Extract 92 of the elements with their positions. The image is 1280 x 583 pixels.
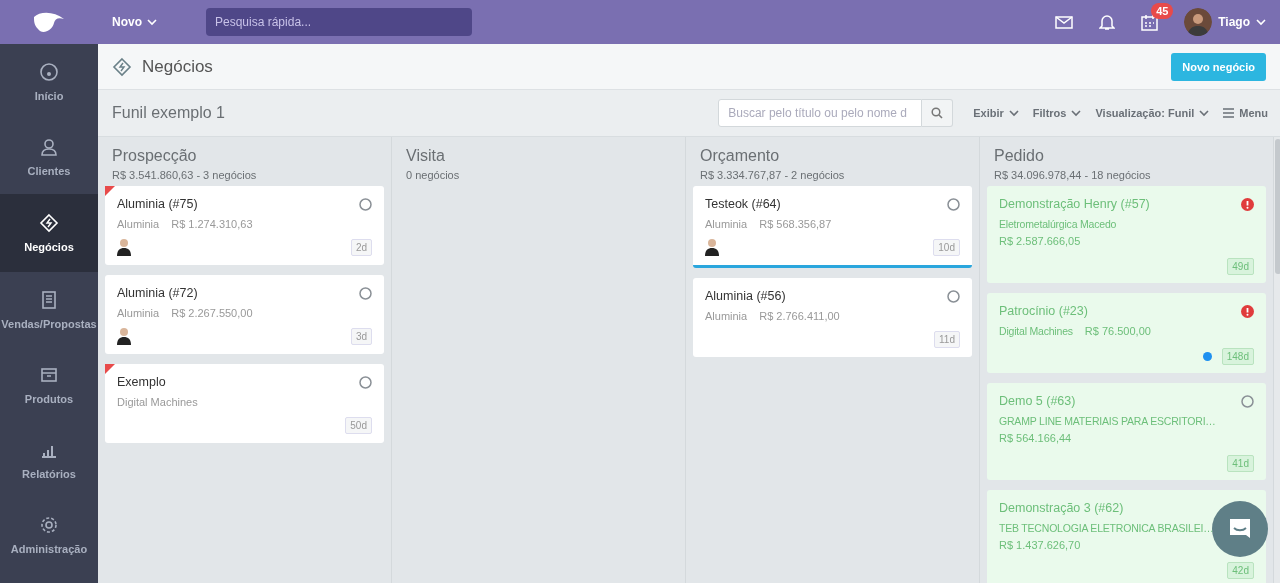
chevron-icon (147, 18, 157, 26)
client-name: Aluminia (117, 307, 160, 319)
user-icon (39, 136, 59, 157)
days-badge: 148d (1221, 347, 1254, 365)
sidebar-item[interactable]: Clientes (0, 119, 98, 194)
deal-card[interactable]: Testeok (#64) Aluminia R$ 568.356,87 10d (693, 186, 972, 268)
days-badge: 3d (350, 327, 372, 345)
page-title: Negócios (142, 56, 213, 77)
column-summary: R$ 3.541.860,63 - 3 negócios (112, 169, 258, 181)
sidebar-item[interactable]: Vendas/Propostas (0, 272, 98, 347)
column-title: Prospecção (112, 147, 198, 165)
sidebar-item[interactable]: Início (0, 44, 98, 119)
deal-card[interactable]: Exemplo Digital Machines 50d (105, 364, 384, 443)
avatar-icon (1184, 8, 1213, 36)
user-menu[interactable]: Tiago (1184, 8, 1266, 36)
deal-value: R$ 2.267.550,00 (171, 307, 253, 319)
deal-card[interactable]: Aluminia (#56) Aluminia R$ 2.766.411,00 11d (693, 278, 972, 357)
status-circle-icon[interactable] (359, 375, 372, 389)
client-name: Digital Machines (999, 325, 1073, 337)
search-icon (931, 107, 944, 119)
chevron-icon (1256, 18, 1266, 26)
deal-title: Testeok (#64) (705, 197, 781, 211)
days-badge: 10d (933, 238, 960, 256)
days-badge: 2d (350, 238, 372, 256)
client-name: Eletrometalúrgica Macedo (999, 218, 1117, 230)
gauge-icon (39, 61, 59, 82)
status-circle-icon[interactable] (947, 289, 960, 303)
client-name: GRAMP LINE MATERIAIS PARA ESCRITORI… (999, 415, 1216, 427)
new-menu[interactable]: Novo (112, 15, 206, 29)
status-circle-icon[interactable] (1241, 394, 1254, 408)
column-summary: 0 negócios (406, 169, 461, 181)
column-summary: R$ 34.096.978,44 - 18 negócios (994, 169, 1152, 181)
chevron-icon (1008, 109, 1019, 117)
status-circle-icon[interactable] (359, 197, 372, 211)
deal-title: Demonstração Henry (#57) (999, 197, 1150, 211)
deal-value: R$ 568.356,87 (759, 218, 832, 230)
deal-value: R$ 76.500,00 (1084, 325, 1151, 337)
deal-card[interactable]: Aluminia (#72) Aluminia R$ 2.267.550,00 3d (105, 275, 384, 354)
sidebar-item[interactable]: Negócios (0, 194, 98, 272)
menu-button[interactable]: Menu (1223, 107, 1268, 119)
notification-badge: 45 (1151, 2, 1174, 19)
funnel-title: Funil exemplo 1 (112, 104, 225, 122)
days-badge: 11d (934, 330, 960, 348)
menu-icon (1223, 108, 1235, 118)
deal-value: R$ 2.587.666,05 (999, 235, 1081, 247)
deal-title: Demonstração 3 (#62) (999, 501, 1124, 515)
dropdown-button[interactable]: Exibir (973, 107, 1019, 119)
sidebar-item[interactable]: Relatórios (0, 422, 98, 497)
days-badge: 42d (1227, 561, 1254, 579)
client-name: Digital Machines (117, 396, 198, 408)
search-button[interactable] (922, 99, 954, 127)
ticket-icon (39, 213, 59, 233)
column-title: Orçamento (700, 147, 781, 165)
mail-icon[interactable] (1055, 15, 1074, 29)
deal-title: Aluminia (#75) (117, 197, 198, 211)
deal-value: R$ 2.766.411,00 (759, 310, 840, 322)
status-circle-icon[interactable] (947, 197, 960, 211)
deal-value: R$ 1.437.626,70 (999, 539, 1081, 551)
quick-search-field[interactable]: Pesquisa rápida... (206, 8, 472, 36)
dropdown-button[interactable]: Filtros (1032, 107, 1082, 119)
ticket-icon (112, 56, 132, 77)
calendar-icon[interactable] (1141, 13, 1159, 31)
document-icon (39, 289, 59, 310)
column-title: Pedido (994, 147, 1045, 165)
chevron-icon (1199, 109, 1210, 117)
sidebar-item[interactable]: Administração (0, 497, 98, 572)
column-summary: R$ 3.334.767,87 - 2 negócios (700, 169, 846, 181)
chevron-icon (1071, 109, 1082, 117)
settings-icon (39, 514, 59, 535)
days-badge: 50d (345, 416, 372, 434)
sidebar-item[interactable]: Produtos (0, 347, 98, 422)
scrollbar-thumb[interactable] (1275, 139, 1280, 274)
logo-icon[interactable] (32, 11, 66, 33)
deal-title: Aluminia (#56) (705, 289, 786, 303)
days-badge: 41d (1227, 454, 1254, 472)
column-title: Visita (406, 147, 446, 165)
new-deal-button[interactable]: Novo negócio (1171, 52, 1266, 81)
deal-value: R$ 1.274.310,63 (171, 218, 253, 230)
deal-title: Patrocínio (#23) (999, 304, 1088, 318)
bell-icon[interactable] (1099, 13, 1116, 31)
client-name: Aluminia (117, 218, 160, 230)
dropdown-button[interactable]: Visualização: Funil (1095, 107, 1210, 119)
days-badge: 49d (1227, 257, 1254, 275)
search-field[interactable]: Buscar pelo título ou pelo nome d (718, 99, 923, 127)
deal-title: Exemplo (117, 375, 166, 389)
deal-value: R$ 564.166,44 (999, 432, 1072, 444)
deal-title: Demo 5 (#63) (999, 394, 1076, 408)
deal-title: Aluminia (#72) (117, 286, 198, 300)
client-name: Aluminia (705, 310, 748, 322)
deal-card[interactable]: Aluminia (#75) Aluminia R$ 1.274.310,63 2d (105, 186, 384, 265)
status-circle-icon[interactable] (359, 286, 372, 300)
client-name: Aluminia (705, 218, 748, 230)
